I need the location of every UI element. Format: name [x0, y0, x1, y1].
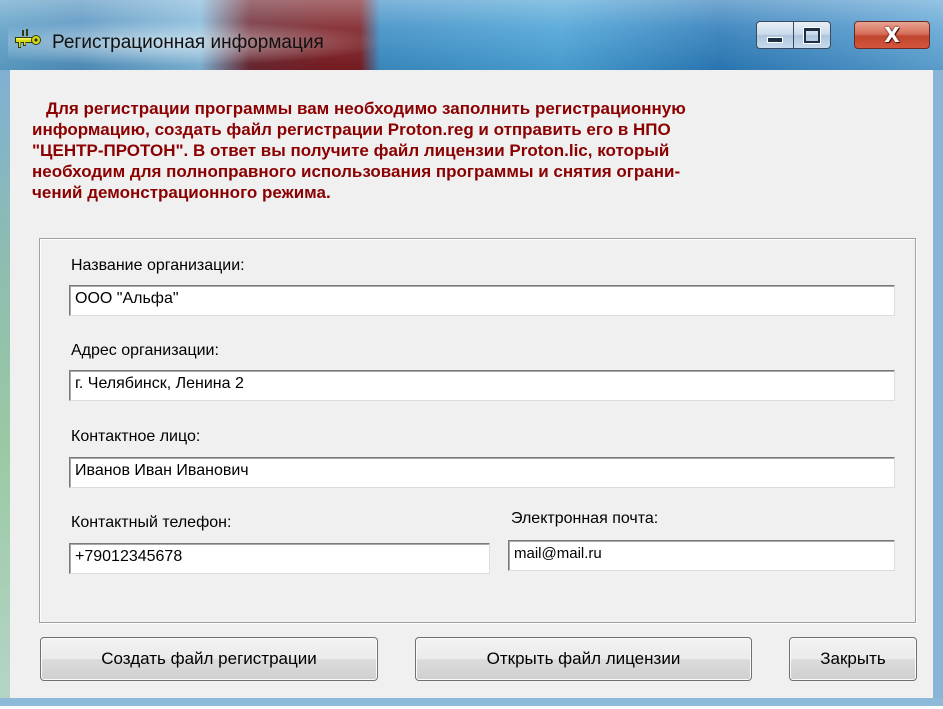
- org-address-label: Адрес организации:: [71, 342, 219, 359]
- minimize-icon: [768, 38, 782, 42]
- phone-field[interactable]: +79012345678: [69, 543, 490, 574]
- title-bar[interactable]: Регистрационная информация X: [0, 0, 943, 70]
- phone-label: Контактный телефон:: [71, 514, 232, 531]
- instruction-line: чений демонстрационного режима.: [32, 183, 331, 202]
- close-button[interactable]: Закрыть: [789, 637, 917, 681]
- email-field[interactable]: mail@mail.ru: [508, 540, 895, 571]
- minimize-button[interactable]: [756, 21, 794, 49]
- open-license-file-button[interactable]: Открыть файл лицензии: [415, 637, 752, 681]
- registration-instructions: Для регистрации программы вам необходимо…: [32, 98, 932, 203]
- instruction-line: информацию, создать файл регистрации Pro…: [32, 120, 671, 139]
- window-frame-bottom: [0, 698, 943, 706]
- instruction-line: Для регистрации программы вам необходимо…: [46, 99, 686, 118]
- close-icon: X: [884, 23, 900, 47]
- maximize-icon: [804, 27, 820, 43]
- org-name-label: Название организации:: [71, 257, 245, 274]
- org-name-field[interactable]: ООО "Альфа": [69, 285, 895, 316]
- registration-window: Регистрационная информация X Для регистр…: [0, 0, 943, 706]
- window-frame-left: [0, 70, 10, 706]
- dialog-body: Для регистрации программы вам необходимо…: [10, 70, 933, 698]
- org-address-field[interactable]: г. Челябинск, Ленина 2: [69, 370, 895, 401]
- key-icon: [15, 29, 41, 48]
- contact-person-field[interactable]: Иванов Иван Иванович: [69, 457, 895, 488]
- window-title: Регистрационная информация: [52, 32, 324, 53]
- close-window-button[interactable]: X: [854, 21, 930, 49]
- instruction-line: "ЦЕНТР-ПРОТОН". В ответ вы получите файл…: [32, 141, 670, 160]
- create-registration-file-button[interactable]: Создать файл регистрации: [40, 637, 378, 681]
- window-frame-right: [933, 70, 943, 706]
- email-label: Электронная почта:: [511, 510, 659, 527]
- contact-person-label: Контактное лицо:: [71, 428, 201, 445]
- maximize-button[interactable]: [793, 21, 831, 49]
- instruction-line: необходим для полноправного использовани…: [32, 162, 681, 181]
